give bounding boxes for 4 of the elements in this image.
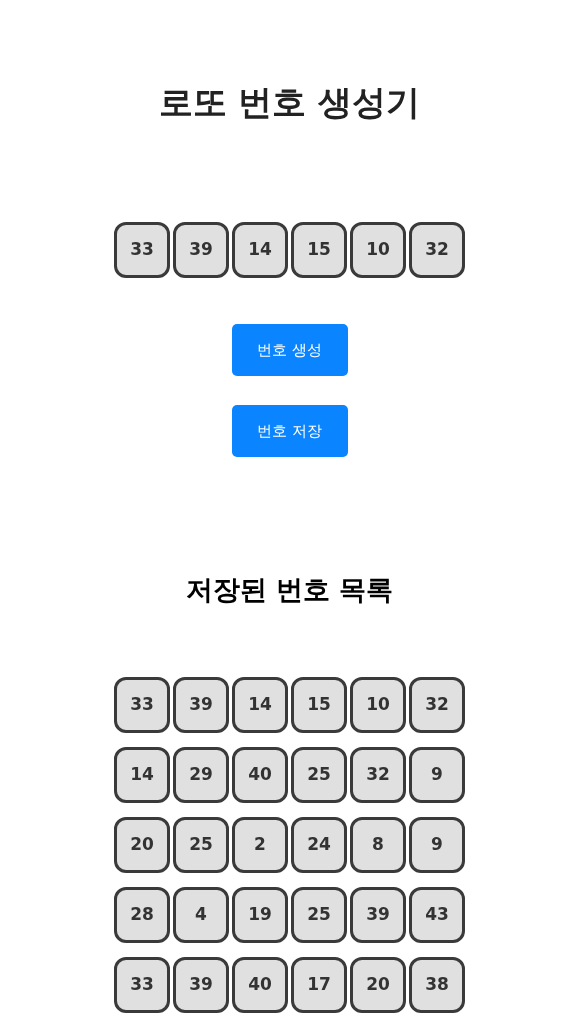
action-button[interactable]: 번호 생성 [231,324,348,376]
page-title: 로또 번호 생성기 [158,81,421,124]
action-button[interactable]: 번호 저장 [231,405,348,457]
saved-list-heading: 저장된 번호 목록 [185,573,394,607]
